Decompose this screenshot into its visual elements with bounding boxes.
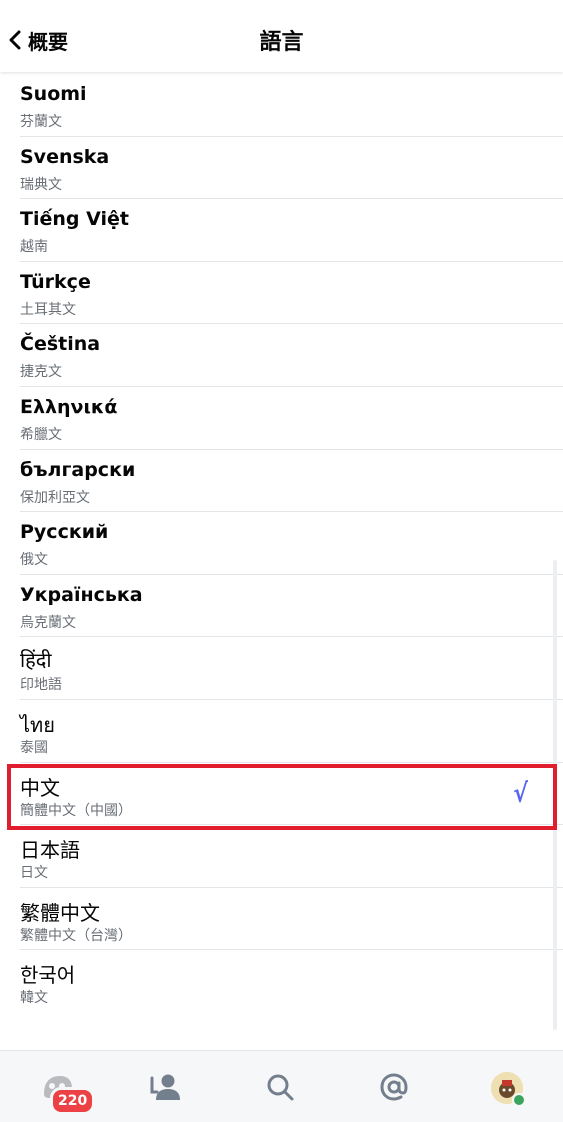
language-translated-name: 希臘文 <box>20 426 62 443</box>
language-row-japanese[interactable]: 日本語 日文 <box>0 825 563 888</box>
language-translated-name: 越南 <box>20 239 48 256</box>
language-native-name: Svenska <box>20 145 110 168</box>
language-translated-name: 俄文 <box>20 552 48 569</box>
language-translated-name: 簡體中文（中國） <box>20 802 132 819</box>
language-native-name: Čeština <box>20 333 101 356</box>
language-native-name: Suomi <box>20 83 87 105</box>
search-icon[interactable] <box>260 1067 300 1107</box>
language-row-greek[interactable]: Ελληνικά 希臘文 <box>0 387 563 450</box>
language-native-name: हिंदी <box>20 648 52 673</box>
language-row-ukrainian[interactable]: Українська 烏克蘭文 <box>0 575 563 638</box>
language-row-russian[interactable]: Русский 俄文 <box>0 512 563 575</box>
language-row-thai[interactable]: ไทย 泰國 <box>0 700 563 763</box>
online-status-icon <box>512 1093 526 1107</box>
language-row-chinese-traditional[interactable]: 繁體中文 繁體中文（台灣） <box>0 888 563 951</box>
language-row-turkish[interactable]: Türkçe 土耳其文 <box>0 262 563 325</box>
language-row-chinese-simplified[interactable]: 中文 簡體中文（中國） √ <box>0 763 563 826</box>
friends-icon[interactable] <box>146 1067 186 1107</box>
unread-badge: 220 <box>50 1087 96 1115</box>
page-title: 語言 <box>259 30 304 55</box>
language-translated-name: 烏克蘭文 <box>20 614 76 631</box>
checkmark-icon: √ <box>512 778 528 809</box>
language-native-name: 中文 <box>20 775 60 800</box>
language-native-name: Українська <box>20 583 143 606</box>
language-row-czech[interactable]: Čeština 捷克文 <box>0 324 563 387</box>
language-native-name: 日本語 <box>20 838 80 863</box>
language-translated-name: 保加利亞文 <box>20 489 90 506</box>
language-list[interactable]: Suomi 芬蘭文 Svenska 瑞典文 Tiếng Việt 越南 Türk… <box>0 74 563 1049</box>
language-translated-name: 捷克文 <box>20 364 62 381</box>
language-row-hindi[interactable]: हिंदी 印地語 <box>0 637 563 700</box>
language-row-korean[interactable]: 한국어 韓文 <box>0 950 563 1013</box>
language-row-bulgarian[interactable]: български 保加利亞文 <box>0 450 563 513</box>
language-native-name: 한국어 <box>20 963 76 988</box>
language-row-suomi[interactable]: Suomi 芬蘭文 <box>0 74 563 137</box>
mentions-icon[interactable] <box>374 1067 414 1107</box>
language-translated-name: 日文 <box>20 865 48 882</box>
language-translated-name: 繁體中文（台灣） <box>20 927 132 944</box>
language-native-name: Русский <box>20 521 109 544</box>
top-bar: 概要 語言 <box>0 0 563 72</box>
language-row-svenska[interactable]: Svenska 瑞典文 <box>0 137 563 200</box>
language-native-name: Ελληνικά <box>20 395 118 418</box>
language-native-name: 繁體中文 <box>20 900 100 925</box>
language-native-name: български <box>20 458 136 481</box>
language-native-name: Türkçe <box>20 270 91 293</box>
language-translated-name: 土耳其文 <box>20 301 76 318</box>
language-translated-name: 韓文 <box>20 990 48 1007</box>
language-translated-name: 泰國 <box>20 739 48 756</box>
language-native-name: Tiếng Việt <box>20 208 129 231</box>
language-row-vietnamese[interactable]: Tiếng Việt 越南 <box>0 199 563 262</box>
language-translated-name: 芬蘭文 <box>20 114 62 130</box>
scrollbar[interactable] <box>553 560 557 1030</box>
language-translated-name: 印地語 <box>20 677 62 694</box>
language-translated-name: 瑞典文 <box>20 176 62 193</box>
